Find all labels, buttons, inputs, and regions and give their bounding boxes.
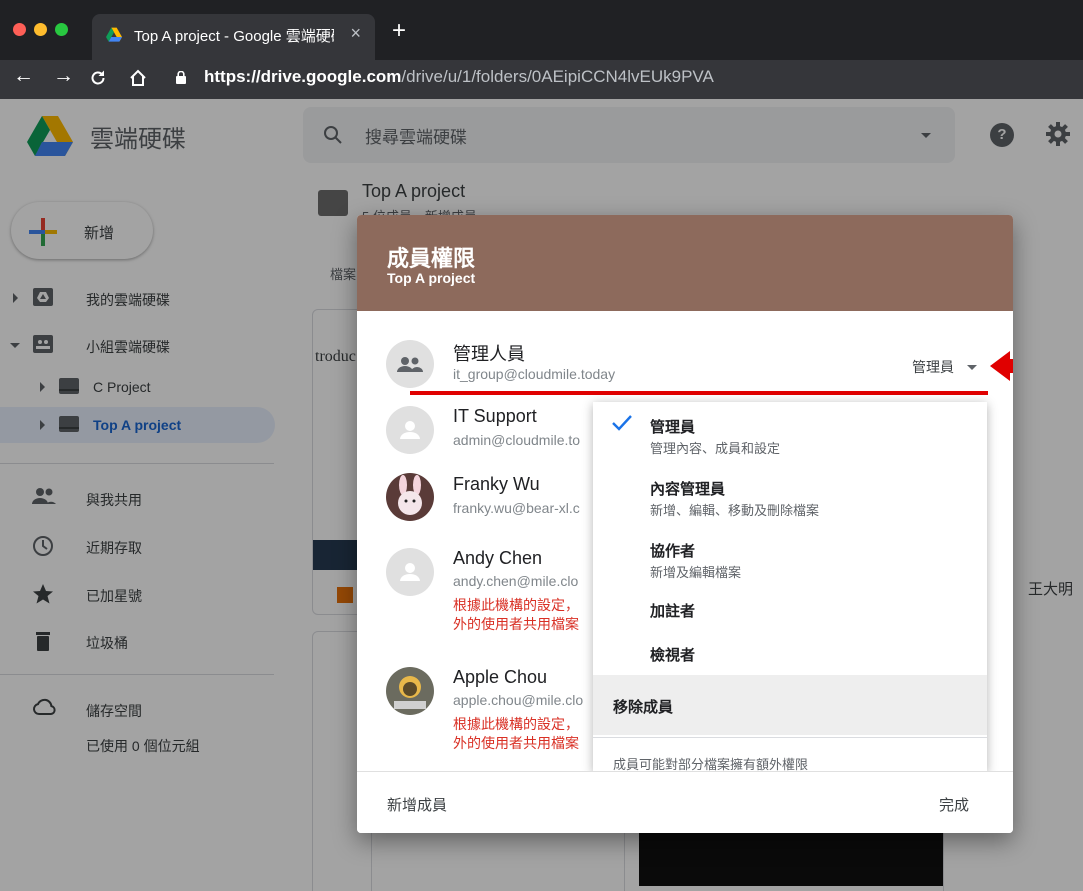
- dialog-footer: 新增成員 完成: [357, 771, 1013, 833]
- dialog-title: 成員權限: [387, 246, 476, 271]
- role-option-desc: 管理內容、成員和設定: [650, 441, 781, 456]
- role-option-title: 檢視者: [650, 647, 696, 664]
- annotation-underline: [410, 391, 988, 395]
- forward-icon[interactable]: →: [53, 64, 74, 88]
- member-warning: 根據此機構的設定，: [453, 597, 579, 613]
- member-name: Andy Chen: [453, 548, 543, 568]
- role-option-title: 內容管理員: [650, 481, 726, 498]
- member-warning: 根據此機構的設定，: [453, 716, 579, 732]
- tab-close-icon[interactable]: ×: [350, 23, 361, 44]
- member-email: admin@cloudmile.to: [453, 432, 581, 448]
- annotation-arrow-icon: [990, 351, 1013, 381]
- check-icon: [612, 415, 632, 431]
- member-warning: 外的使用者共用檔案: [453, 735, 579, 751]
- member-warning: 外的使用者共用檔案: [453, 616, 579, 632]
- role-option-contributor[interactable]: 協作者 新增及編輯檔案: [593, 526, 987, 588]
- drive-favicon-icon: [106, 27, 122, 42]
- member-name: 管理人員: [453, 344, 525, 364]
- home-icon[interactable]: [128, 68, 148, 88]
- chevron-down-icon[interactable]: [967, 365, 977, 370]
- role-dropdown[interactable]: 管理員: [912, 357, 954, 377]
- role-option-desc: 新增及編輯檔案: [650, 565, 742, 580]
- remove-member-button[interactable]: 移除成員: [593, 675, 987, 735]
- dialog-subtitle: Top A project: [387, 270, 476, 286]
- rabbit-avatar: [386, 473, 434, 521]
- role-option-title: 協作者: [650, 543, 696, 560]
- role-option-viewer[interactable]: 檢視者: [593, 632, 987, 675]
- reload-icon[interactable]: [89, 69, 107, 87]
- member-email: andy.chen@mile.clo: [453, 573, 579, 589]
- url-host: https://drive.google.com: [204, 67, 402, 86]
- role-option-content-manager[interactable]: 內容管理員 新增、編輯、移動及刪除檔案: [593, 464, 987, 526]
- back-icon[interactable]: ←: [13, 64, 34, 88]
- new-tab-icon[interactable]: +: [392, 19, 406, 43]
- group-avatar-icon: [386, 340, 434, 388]
- photo-avatar: [386, 667, 434, 715]
- window-close-button[interactable]: [13, 23, 26, 36]
- done-button[interactable]: 完成: [939, 794, 969, 815]
- remove-member-label: 移除成員: [613, 699, 674, 716]
- member-permissions-dialog: 成員權限 Top A project 管理人員 it_group@cloudmi…: [357, 215, 1013, 833]
- dialog-header: 成員權限 Top A project: [357, 215, 1013, 311]
- lock-icon: [176, 71, 186, 84]
- menu-divider: [593, 737, 987, 738]
- member-email: apple.chou@mile.clo: [453, 692, 584, 708]
- role-option-title: 管理員: [650, 419, 696, 436]
- browser-tab[interactable]: Top A project - Google 雲端硬碟 ×: [92, 14, 375, 60]
- role-option-desc: 新增、編輯、移動及刪除檔案: [650, 503, 820, 518]
- url-path: /drive/u/1/folders/0AEipiCCN4lvEUk9PVA: [401, 67, 714, 86]
- address-bar: ← → https://drive.google.com/drive/u/1/f…: [0, 60, 1083, 99]
- person-avatar-icon: [386, 406, 434, 454]
- person-avatar-icon: [386, 548, 434, 596]
- member-email: it_group@cloudmile.today: [453, 366, 616, 382]
- member-name: IT Support: [453, 406, 537, 426]
- role-menu: 管理員 管理內容、成員和設定 內容管理員 新增、編輯、移動及刪除檔案 協作者 新…: [593, 402, 987, 772]
- browser-tabbar: Top A project - Google 雲端硬碟 × +: [0, 0, 1083, 60]
- window-zoom-button[interactable]: [55, 23, 68, 36]
- menu-note: 成員可能對部分檔案擁有額外權限: [613, 757, 809, 772]
- tab-title: Top A project - Google 雲端硬碟: [134, 28, 334, 45]
- role-option-manager[interactable]: 管理員 管理內容、成員和設定: [593, 402, 987, 464]
- member-name: Franky Wu: [453, 474, 540, 494]
- member-name: Apple Chou: [453, 667, 548, 687]
- member-email: franky.wu@bear-xl.c: [453, 500, 580, 516]
- add-member-button[interactable]: 新增成員: [387, 794, 447, 815]
- role-option-commenter[interactable]: 加註者: [593, 588, 987, 632]
- window-minimize-button[interactable]: [34, 23, 47, 36]
- url-field[interactable]: https://drive.google.com/drive/u/1/folde…: [204, 67, 714, 87]
- role-option-title: 加註者: [650, 603, 696, 620]
